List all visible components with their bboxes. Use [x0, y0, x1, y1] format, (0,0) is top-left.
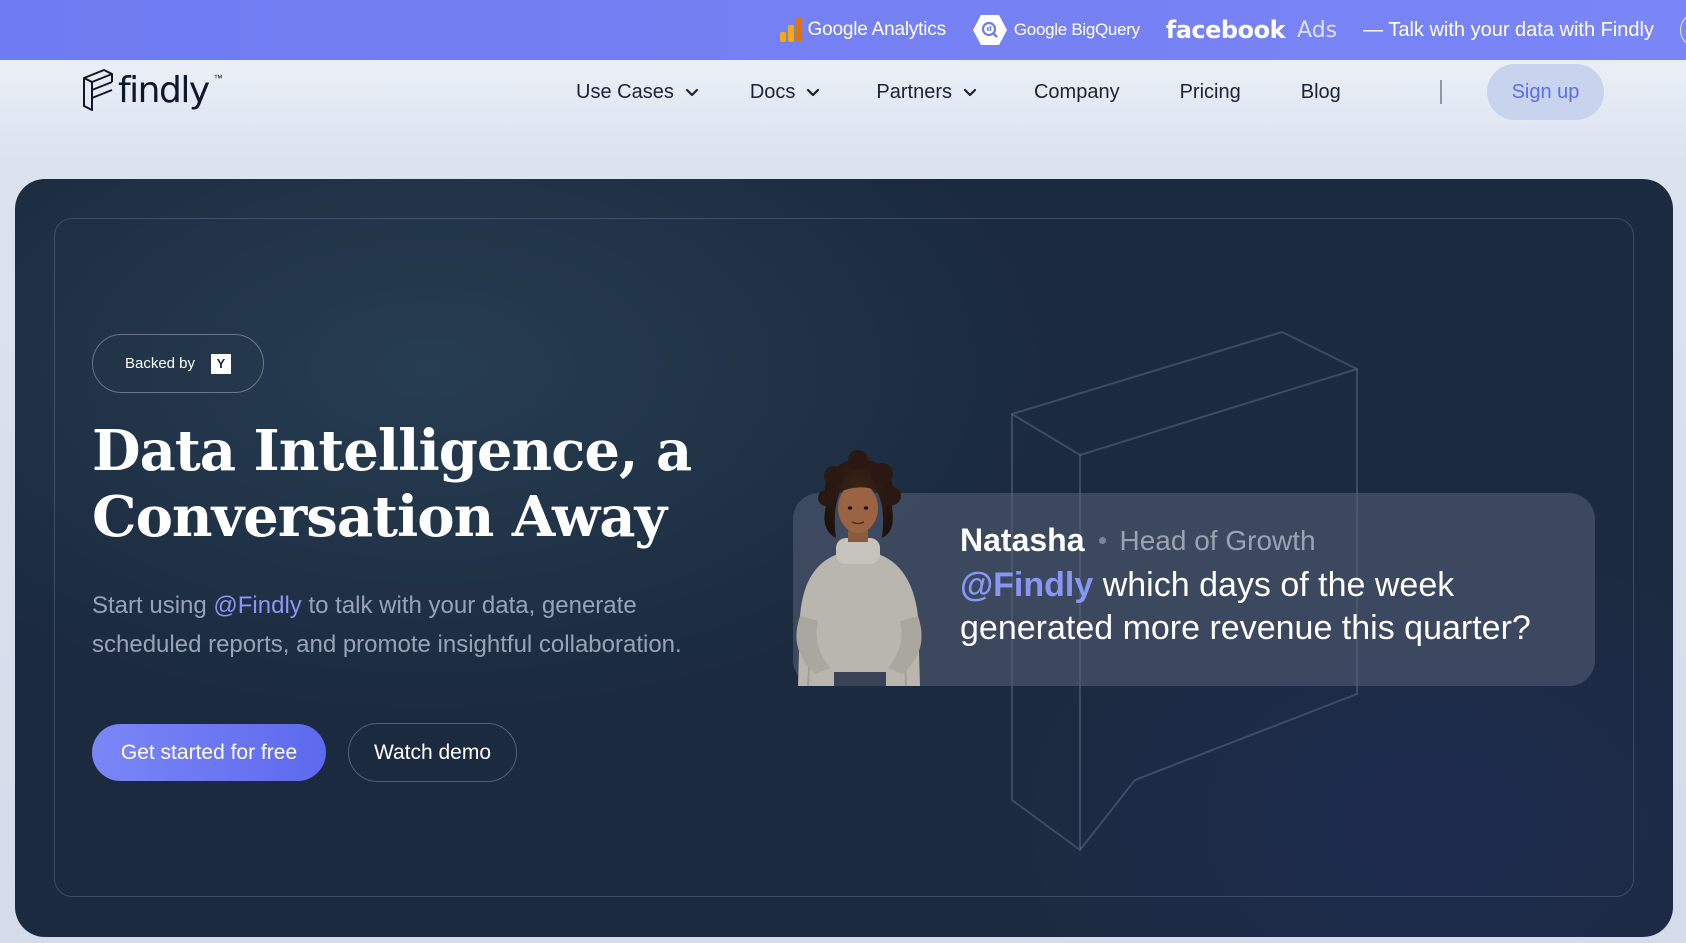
findly-logo-icon	[83, 69, 113, 111]
google-bigquery-label: Google BigQuery	[1013, 20, 1140, 39]
backed-by-badge: Backed by Y	[92, 334, 264, 393]
google-analytics-icon	[779, 18, 802, 42]
nav-item-blog[interactable]: Blog	[1301, 81, 1341, 104]
chat-message-text: @Findly which days of the week generated…	[960, 564, 1580, 650]
main-navbar: findly ™ Use Cases Docs Partners Company …	[0, 60, 1686, 124]
sign-up-button[interactable]: Sign up	[1487, 64, 1604, 120]
partner-marquee: Google Analytics Google BigQuery faceboo…	[779, 0, 1686, 60]
backed-by-label: Backed by	[124, 355, 196, 372]
get-started-button[interactable]: Get started for free	[92, 724, 326, 781]
nav-item-use-cases[interactable]: Use Cases	[576, 81, 700, 104]
nav-item-label: Docs	[749, 80, 796, 103]
google-bigquery-brand: Google BigQuery	[972, 14, 1140, 46]
nav-item-label: Pricing	[1179, 80, 1241, 103]
facebook-wordmark: facebook	[1165, 16, 1286, 44]
nav-links: Use Cases Docs Partners Company Pricing …	[576, 76, 1341, 108]
nav-item-label: Partners	[876, 80, 952, 103]
banner-next-item: S	[1680, 12, 1686, 48]
chat-author-role: Head of Growth	[1119, 524, 1316, 556]
y-combinator-icon: Y	[211, 353, 232, 374]
hero-subtitle-start: Start using	[92, 592, 214, 619]
google-analytics-brand: Google Analytics	[779, 18, 947, 42]
chevron-down-icon	[685, 88, 698, 97]
facebook-ads-label: Ads	[1297, 17, 1338, 43]
findly-mention: @Findly	[213, 592, 302, 619]
logo-wordmark: findly	[118, 69, 210, 111]
logo-trademark: ™	[213, 73, 223, 83]
chevron-down-icon	[963, 88, 977, 97]
user-avatar-photo	[796, 450, 922, 686]
nav-divider	[1440, 80, 1442, 104]
chat-mention: @Findly	[960, 566, 1094, 604]
separator-dot	[1098, 537, 1106, 544]
nav-item-label: Use Cases	[576, 80, 674, 103]
hero-subtitle: Start using @Findly to talk with your da…	[92, 586, 752, 664]
watch-demo-button[interactable]: Watch demo	[348, 723, 517, 782]
chat-author-name: Natasha	[960, 522, 1085, 558]
bigquery-icon	[972, 14, 1008, 46]
announcement-banner: Google Analytics Google BigQuery faceboo…	[0, 0, 1686, 60]
banner-tagline: — Talk with your data with Findly	[1363, 18, 1654, 41]
nav-item-pricing[interactable]: Pricing	[1180, 81, 1241, 104]
facebook-ads-brand: facebook Ads	[1166, 16, 1337, 44]
findly-logo[interactable]: findly ™	[82, 68, 223, 112]
nav-item-partners[interactable]: Partners	[876, 81, 978, 104]
nav-item-label: Company	[1033, 80, 1120, 103]
nav-item-label: Blog	[1300, 80, 1341, 103]
hero-title: Data Intelligence, a Conversation Away	[92, 418, 692, 550]
chevron-down-icon	[807, 88, 820, 97]
google-analytics-label: Google Analytics	[807, 19, 947, 40]
nav-item-docs[interactable]: Docs	[750, 81, 822, 104]
chat-author-row: Natasha Head of Growth	[960, 522, 1316, 559]
nav-item-company[interactable]: Company	[1034, 81, 1120, 104]
